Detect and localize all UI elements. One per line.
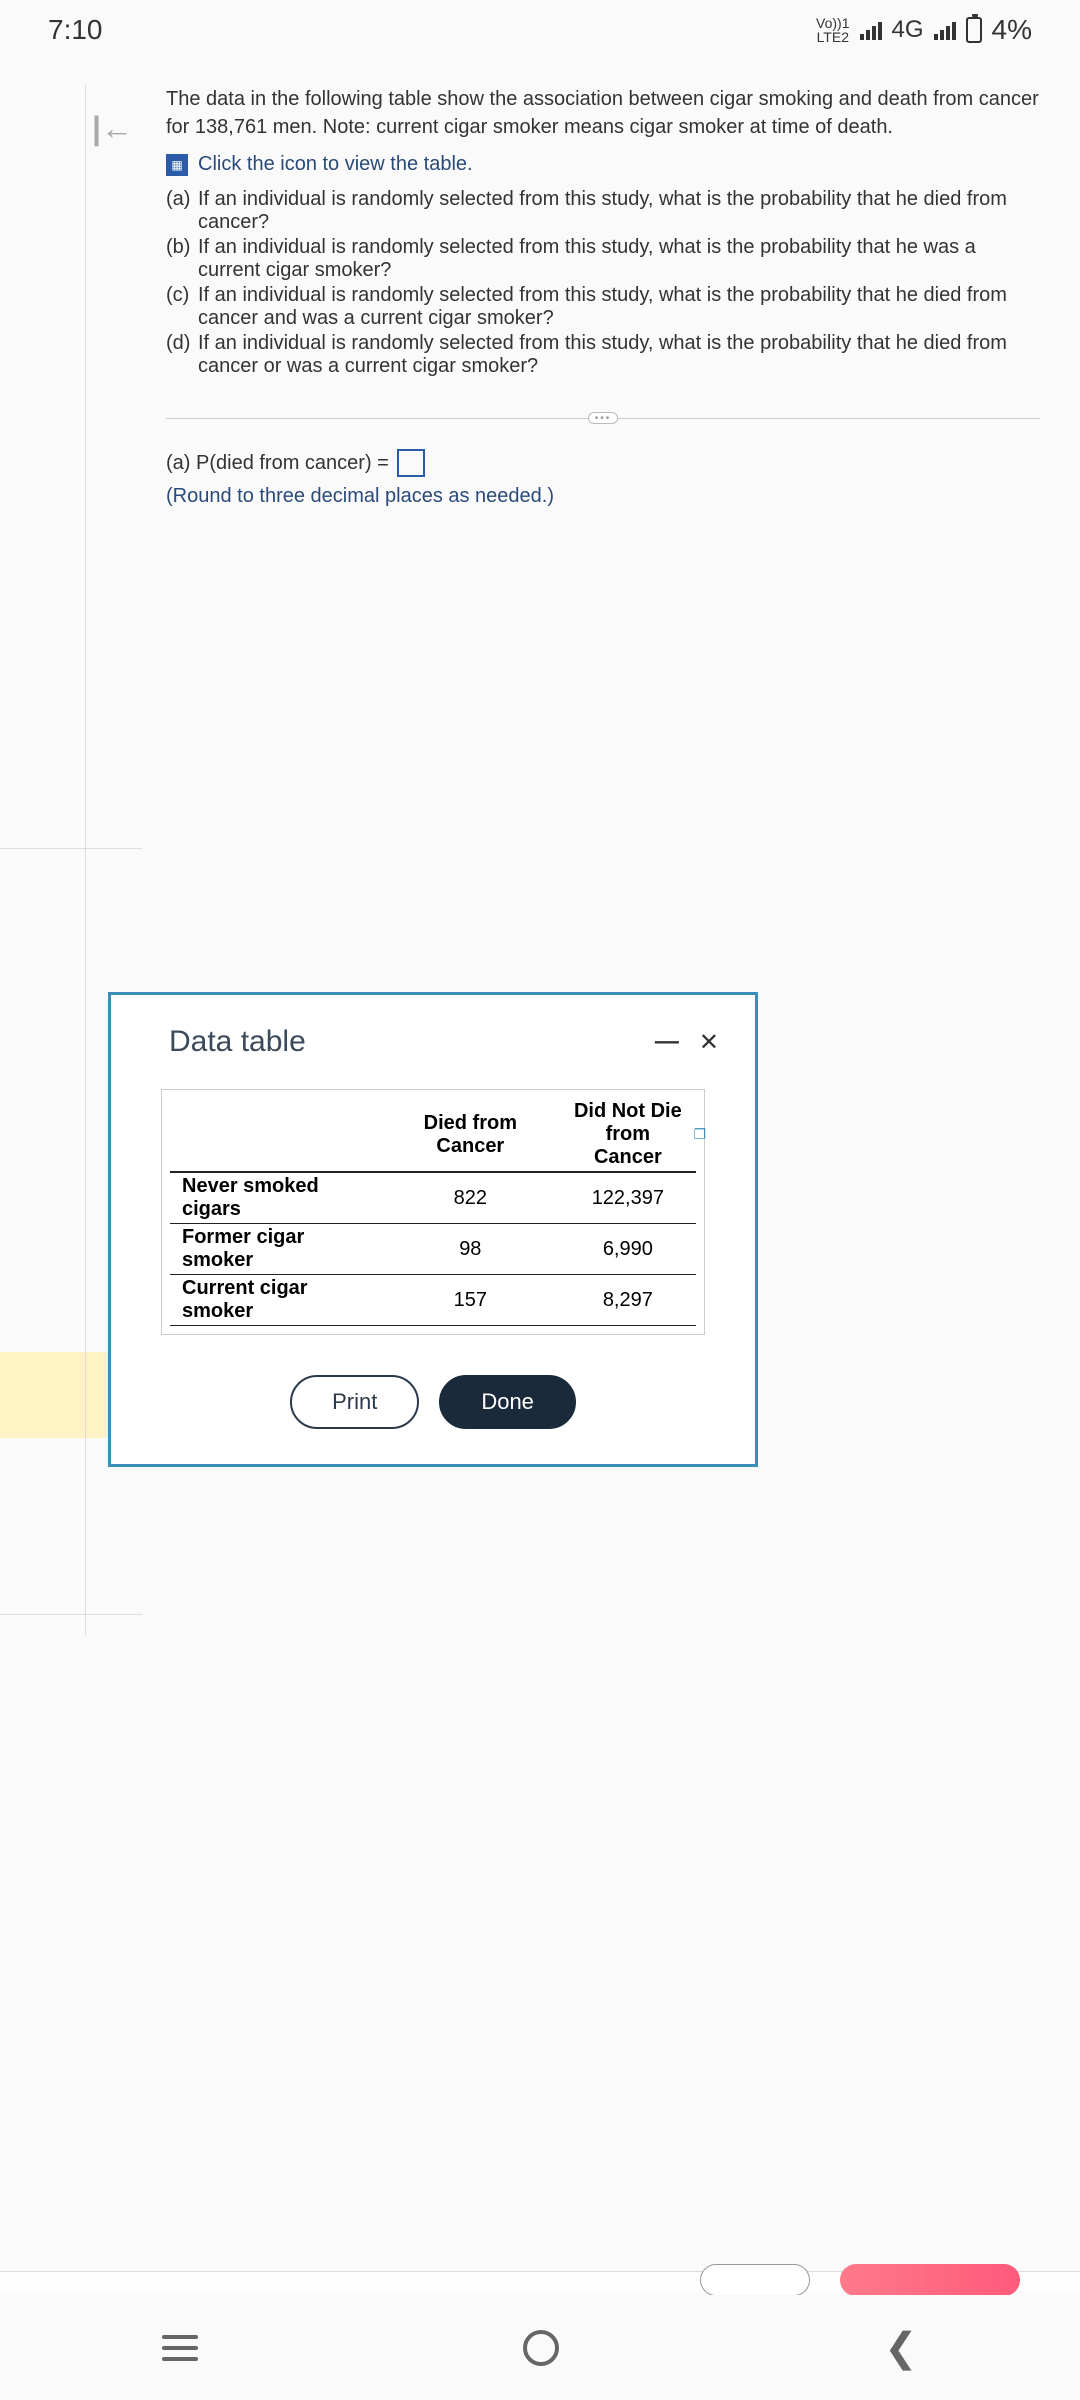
table-link-text: Click the icon to view the table. [198, 153, 473, 176]
modal-buttons: Print Done [139, 1375, 727, 1429]
sub-question-a: (a)If an individual is randomly selected… [166, 188, 1040, 234]
copy-icon[interactable]: ❐ [693, 1126, 706, 1143]
bottom-toolbar [0, 2271, 1080, 2291]
table-row: Never smoked cigars 822 122,397 [170, 1172, 696, 1224]
close-icon[interactable]: ✕ [699, 1028, 719, 1057]
col-header-notdied: Did Not Diefrom Cancer [560, 1098, 696, 1172]
net-label: 4G [892, 16, 924, 44]
battery-icon [966, 17, 982, 43]
signal-icon-2 [934, 20, 956, 40]
status-bar: 7:10 Vo))1 LTE2 4G 4% [0, 0, 1080, 60]
print-button[interactable]: Print [290, 1375, 419, 1429]
answer-input[interactable] [397, 449, 425, 477]
clear-all-button[interactable] [700, 2264, 810, 2296]
modal-header: Data table — ✕ [139, 1025, 727, 1059]
answer-prefix: (a) P(died from cancer) = [166, 452, 389, 475]
table-icon: ▦ [166, 154, 188, 176]
vol-lte-icon: Vo))1 LTE2 [816, 16, 849, 44]
table-row: Current cigar smoker 157 8,297 [170, 1275, 696, 1326]
answer-line: (a) P(died from cancer) = [166, 449, 1040, 477]
status-time: 7:10 [48, 14, 103, 46]
round-note: (Round to three decimal places as needed… [166, 485, 1040, 508]
back-icon[interactable]: ❮ [884, 2325, 918, 2371]
sub-question-d: (d)If an individual is randomly selected… [166, 332, 1040, 378]
home-icon[interactable] [523, 2330, 559, 2366]
system-nav-bar: ❮ [0, 2295, 1080, 2400]
data-table-container: ❐ Died from Cancer Did Not Diefrom Cance… [161, 1089, 705, 1335]
modal-title: Data table [139, 1025, 306, 1059]
data-table: Died from Cancer Did Not Diefrom Cancer … [170, 1098, 696, 1326]
data-table-modal: Data table — ✕ ❐ Died from Cancer Did No… [108, 992, 758, 1467]
battery-pct: 4% [992, 14, 1032, 46]
table-row: Former cigar smoker 98 6,990 [170, 1224, 696, 1275]
done-button[interactable]: Done [439, 1375, 576, 1429]
expand-handle-icon[interactable]: ••• [588, 412, 618, 424]
section-divider: ••• [166, 418, 1040, 419]
status-right: Vo))1 LTE2 4G 4% [816, 14, 1032, 46]
signal-icon [860, 20, 882, 40]
recent-apps-icon[interactable] [162, 2335, 198, 2361]
view-table-link[interactable]: ▦ Click the icon to view the table. [166, 153, 1040, 176]
sub-question-b: (b)If an individual is randomly selected… [166, 236, 1040, 282]
col-header-died: Died from Cancer [381, 1098, 560, 1172]
sub-question-c: (c)If an individual is randomly selected… [166, 284, 1040, 330]
modal-controls: — ✕ [655, 1028, 727, 1057]
minimize-icon[interactable]: — [655, 1028, 679, 1057]
col-header-blank [170, 1098, 381, 1172]
question-intro: The data in the following table show the… [166, 85, 1040, 141]
check-answer-button[interactable] [840, 2264, 1020, 2296]
